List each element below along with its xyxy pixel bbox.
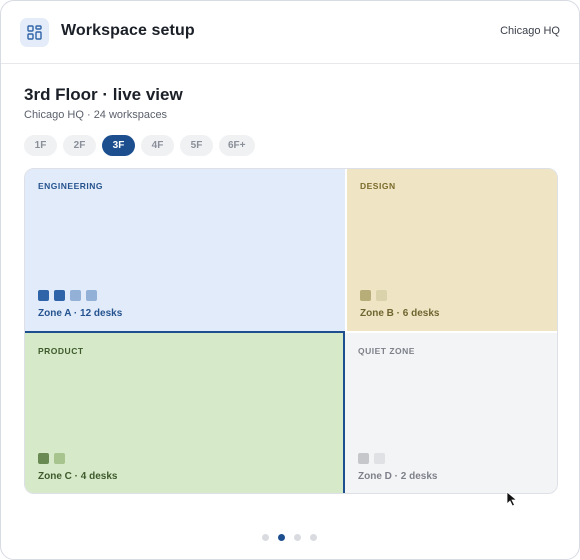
pagination-dots <box>262 534 317 541</box>
floor-tabs: 1F 2F 3F 4F 5F 6F+ <box>24 135 255 156</box>
zone-name: ENGINEERING <box>38 181 104 191</box>
tab-floor-6-plus[interactable]: 6F+ <box>219 135 255 156</box>
tab-floor-1[interactable]: 1F <box>24 135 57 156</box>
card-header: Workspace setup Chicago HQ <box>1 1 579 64</box>
tab-floor-4[interactable]: 4F <box>141 135 174 156</box>
location-label[interactable]: Chicago HQ <box>500 25 560 37</box>
zone-quiet[interactable]: QUIET ZONE Zone D · 2 desks <box>345 331 557 493</box>
desk-indicator <box>358 453 369 464</box>
desk-indicators <box>38 453 65 464</box>
zone-engineering[interactable]: ENGINEERING Zone A · 12 desks <box>25 169 345 331</box>
page-dot[interactable] <box>278 534 285 541</box>
desk-indicator <box>376 290 387 301</box>
zone-design[interactable]: DESIGN Zone B · 6 desks <box>345 169 557 331</box>
floor-subtitle: Chicago HQ · 24 workspaces <box>24 109 168 121</box>
page-dot[interactable] <box>310 534 317 541</box>
desk-indicator <box>38 290 49 301</box>
workspace-setup-card: Workspace setup Chicago HQ 3rd Floor · l… <box>0 0 580 560</box>
desk-indicators <box>360 290 387 301</box>
desk-indicators <box>358 453 385 464</box>
page-dot[interactable] <box>294 534 301 541</box>
zone-caption: Zone D · 2 desks <box>358 471 438 482</box>
tab-floor-2[interactable]: 2F <box>63 135 96 156</box>
zone-name: PRODUCT <box>38 346 84 356</box>
desk-indicators <box>38 290 97 301</box>
tab-floor-3[interactable]: 3F <box>102 135 135 156</box>
desk-indicator <box>86 290 97 301</box>
zone-caption: Zone B · 6 desks <box>360 308 440 319</box>
desk-indicator <box>54 290 65 301</box>
page-dot[interactable] <box>262 534 269 541</box>
desk-indicator <box>38 453 49 464</box>
floor-title: 3rd Floor · live view <box>24 85 183 104</box>
zone-name: QUIET ZONE <box>358 346 415 356</box>
mouse-pointer-icon <box>506 491 518 507</box>
zone-caption: Zone A · 12 desks <box>38 308 123 319</box>
desk-indicator <box>54 453 65 464</box>
zone-caption: Zone C · 4 desks <box>38 471 118 482</box>
grid-layout-icon[interactable] <box>20 18 49 47</box>
desk-indicator <box>360 290 371 301</box>
desk-indicator <box>374 453 385 464</box>
zone-name: DESIGN <box>360 181 396 191</box>
zone-product[interactable]: PRODUCT Zone C · 4 desks <box>25 331 345 493</box>
tab-floor-5[interactable]: 5F <box>180 135 213 156</box>
desk-indicator <box>70 290 81 301</box>
floor-map: ENGINEERING Zone A · 12 desks DESIGN Zon… <box>24 168 558 494</box>
page-title: Workspace setup <box>61 22 195 39</box>
